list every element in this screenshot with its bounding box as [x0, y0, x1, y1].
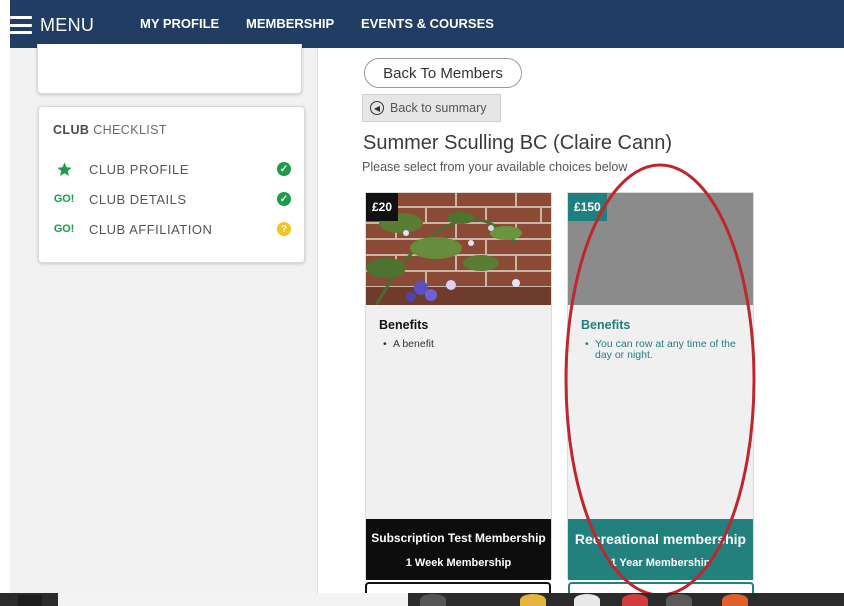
folder-icon[interactable] [520, 594, 546, 606]
page-title: Summer Sculling BC (Claire Cann) [363, 132, 672, 154]
checklist-item-club-details[interactable]: GO! CLUB DETAILS ✓ [51, 189, 291, 209]
page-subtitle: Please select from your available choice… [362, 160, 628, 174]
back-to-members-button[interactable]: Back To Members [364, 58, 522, 88]
back-arrow-icon: ◀ [370, 101, 384, 115]
profile-panel [37, 44, 302, 94]
card-footer: Subscription Test Membership 1 Week Memb… [366, 519, 551, 580]
app-icon[interactable] [666, 594, 692, 606]
go-badge: GO! [53, 223, 75, 235]
nav-my-profile[interactable]: MY PROFILE [140, 16, 219, 31]
membership-duration: 1 Week Membership [405, 557, 512, 569]
membership-card[interactable]: £150 Benefits • You can row at any time o… [567, 192, 754, 580]
screen: MENU MY PROFILE MEMBERSHIP EVENTS & COUR… [0, 0, 844, 606]
benefit-item: • A benefit [383, 338, 434, 350]
check-complete-icon: ✓ [277, 192, 291, 206]
price-badge: £150 [568, 193, 607, 221]
menu-label: MENU [40, 14, 95, 35]
club-checklist-panel: CLUB CHECKLIST CLUB PROFILE ✓ GO! CLUB D… [38, 106, 305, 263]
checklist-label: CLUB DETAILS [89, 191, 187, 207]
membership-name: Subscription Test Membership [371, 531, 546, 545]
app-icon[interactable] [574, 594, 600, 606]
checklist-item-club-affiliation[interactable]: GO! CLUB AFFILIATION ? [51, 219, 291, 239]
sidebar: CLUB CHECKLIST CLUB PROFILE ✓ GO! CLUB D… [10, 44, 318, 593]
cortana-icon[interactable] [420, 594, 446, 606]
membership-name: Recreational membership [574, 531, 747, 547]
pending-icon: ? [277, 222, 291, 236]
back-to-summary-label: Back to summary [390, 101, 487, 115]
top-nav-bar: MENU MY PROFILE MEMBERSHIP EVENTS & COUR… [10, 0, 844, 48]
back-to-summary-button[interactable]: ◀ Back to summary [362, 94, 501, 122]
checklist-label: CLUB PROFILE [89, 161, 189, 177]
app-icon[interactable] [622, 594, 648, 606]
check-complete-icon: ✓ [277, 162, 291, 176]
taskbar [0, 593, 844, 606]
nav-membership[interactable]: MEMBERSHIP [246, 16, 334, 31]
checklist-item-club-profile[interactable]: CLUB PROFILE ✓ [51, 159, 291, 179]
benefit-item: • You can row at any time of the day or n… [585, 338, 736, 361]
menu-button[interactable]: MENU [10, 12, 94, 38]
star-icon [51, 161, 77, 178]
benefits-title: Benefits [581, 318, 631, 332]
membership-card[interactable]: £20 Benefits • A benefit Subscription Tes… [365, 192, 552, 580]
card-footer: Recreational membership 1 Year Membershi… [568, 519, 753, 580]
hamburger-icon [10, 16, 32, 34]
membership-duration: 1 Year Membership [610, 557, 711, 569]
go-badge: GO! [53, 193, 75, 205]
taskbar-search-box[interactable] [58, 593, 408, 606]
checklist-title: CLUB CHECKLIST [53, 123, 167, 137]
app-icon[interactable] [722, 594, 748, 606]
price-badge: £20 [366, 193, 399, 221]
windows-start-icon[interactable] [18, 595, 42, 606]
nav-events-courses[interactable]: EVENTS & COURSES [361, 16, 494, 31]
checklist-label: CLUB AFFILIATION [89, 221, 213, 237]
benefits-title: Benefits [379, 318, 429, 332]
